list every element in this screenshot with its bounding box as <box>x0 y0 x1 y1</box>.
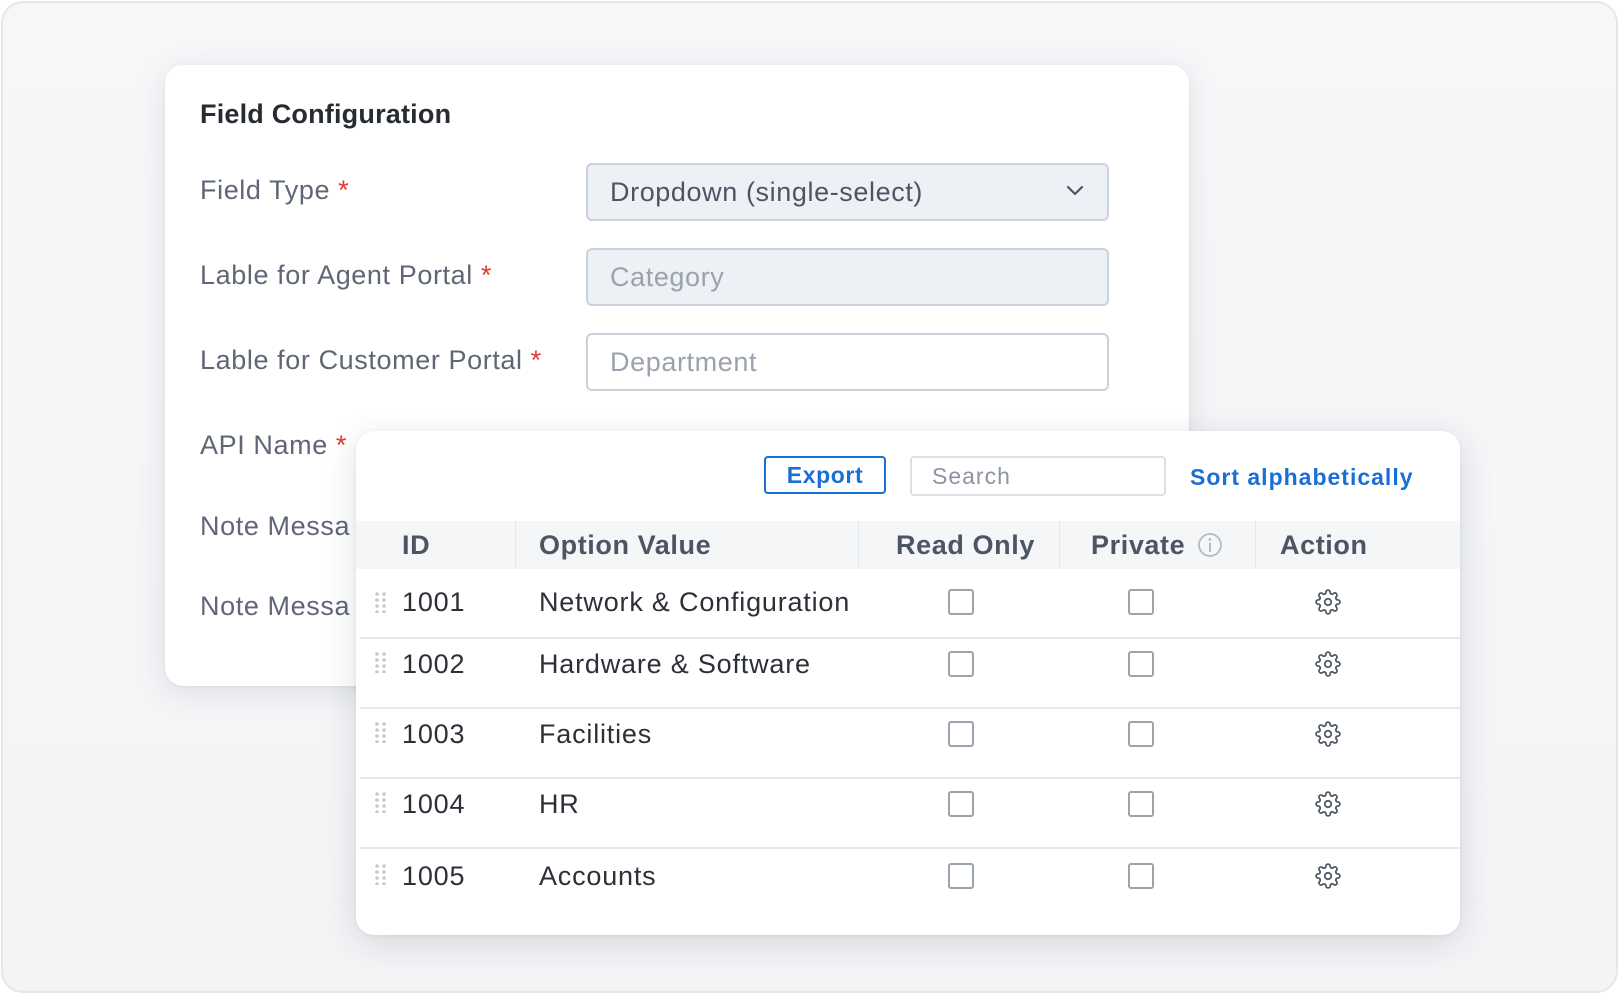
sort-alphabetically-link[interactable]: Sort alphabetically <box>1190 464 1414 491</box>
options-panel: Export Search Sort alphabetically ID Opt… <box>356 431 1460 935</box>
drag-handle-icon[interactable] <box>374 651 388 673</box>
private-checkbox[interactable] <box>1128 721 1154 747</box>
row-id: 1005 <box>402 861 466 891</box>
customer-portal-placeholder: Department <box>610 346 758 377</box>
gear-icon[interactable] <box>1315 791 1341 817</box>
column-header-private[interactable]: Private <box>1091 521 1223 569</box>
table-row[interactable]: 1005 Accounts <box>360 849 1460 915</box>
api-name-label: API Name * <box>200 430 347 461</box>
table-row[interactable]: 1002 Hardware & Software <box>360 639 1460 705</box>
api-name-label-text: API Name <box>200 430 328 460</box>
drag-handle-icon[interactable] <box>374 591 388 613</box>
table-row[interactable]: 1003 Facilities <box>360 709 1460 775</box>
private-checkbox[interactable] <box>1128 589 1154 615</box>
table-header: ID Option Value Read Only Private Action <box>356 521 1460 569</box>
read-only-checkbox[interactable] <box>948 791 974 817</box>
drag-handle-icon[interactable] <box>374 721 388 743</box>
column-header-option-value[interactable]: Option Value <box>539 521 711 569</box>
read-only-checkbox[interactable] <box>948 863 974 889</box>
row-option-value: Accounts <box>539 861 657 891</box>
customer-portal-label-input[interactable]: Department <box>586 333 1109 391</box>
search-input[interactable]: Search <box>910 456 1166 496</box>
field-type-label: Field Type * <box>200 175 349 206</box>
column-header-id[interactable]: ID <box>402 521 430 569</box>
search-placeholder: Search <box>932 462 1011 489</box>
column-divider <box>1255 521 1256 569</box>
private-checkbox[interactable] <box>1128 863 1154 889</box>
gear-icon[interactable] <box>1315 863 1341 889</box>
agent-portal-label: Lable for Agent Portal * <box>200 260 492 291</box>
row-id: 1001 <box>402 587 466 617</box>
field-type-value: Dropdown (single-select) <box>610 176 924 207</box>
table-row[interactable]: 1001 Network & Configuration <box>360 569 1460 635</box>
drag-handle-icon[interactable] <box>374 863 388 885</box>
gear-icon[interactable] <box>1315 651 1341 677</box>
row-id: 1004 <box>402 789 466 819</box>
column-divider <box>858 521 859 569</box>
info-icon[interactable] <box>1197 532 1223 558</box>
agent-portal-placeholder: Category <box>610 261 725 292</box>
field-type-label-text: Field Type <box>200 175 331 205</box>
agent-portal-label-text: Lable for Agent Portal <box>200 260 473 290</box>
agent-portal-label-input[interactable]: Category <box>586 248 1109 306</box>
row-id: 1003 <box>402 719 466 749</box>
drag-handle-icon[interactable] <box>374 791 388 813</box>
required-marker: * <box>338 175 350 205</box>
table-row[interactable]: 1004 HR <box>360 779 1460 845</box>
required-marker: * <box>480 260 492 290</box>
private-checkbox[interactable] <box>1128 791 1154 817</box>
note-message-label: Note Messa <box>200 591 351 621</box>
column-divider <box>1059 521 1060 569</box>
customer-portal-label-text: Lable for Customer Portal <box>200 345 523 375</box>
column-header-read-only[interactable]: Read Only <box>896 521 1035 569</box>
column-header-private-label: Private <box>1091 529 1186 560</box>
required-marker: * <box>335 430 347 460</box>
row-option-value: Facilities <box>539 719 653 749</box>
read-only-checkbox[interactable] <box>948 651 974 677</box>
row-option-value: HR <box>539 789 580 819</box>
field-type-select[interactable]: Dropdown (single-select) <box>586 163 1109 221</box>
read-only-checkbox[interactable] <box>948 589 974 615</box>
note-message-label: Note Messa <box>200 511 351 541</box>
export-button[interactable]: Export <box>764 456 886 494</box>
gear-icon[interactable] <box>1315 589 1341 615</box>
card-title: Field Configuration <box>200 99 452 129</box>
private-checkbox[interactable] <box>1128 651 1154 677</box>
column-divider <box>515 521 516 569</box>
app-frame: Field Configuration Field Type * Dropdown… <box>1 1 1618 993</box>
required-marker: * <box>530 345 542 375</box>
row-option-value: Hardware & Software <box>539 649 811 679</box>
column-header-action: Action <box>1280 529 1368 560</box>
customer-portal-label: Lable for Customer Portal * <box>200 345 542 376</box>
gear-icon[interactable] <box>1315 721 1341 747</box>
row-id: 1002 <box>402 649 466 679</box>
row-option-value: Network & Configuration <box>539 587 851 617</box>
read-only-checkbox[interactable] <box>948 721 974 747</box>
chevron-down-icon <box>1066 185 1084 196</box>
